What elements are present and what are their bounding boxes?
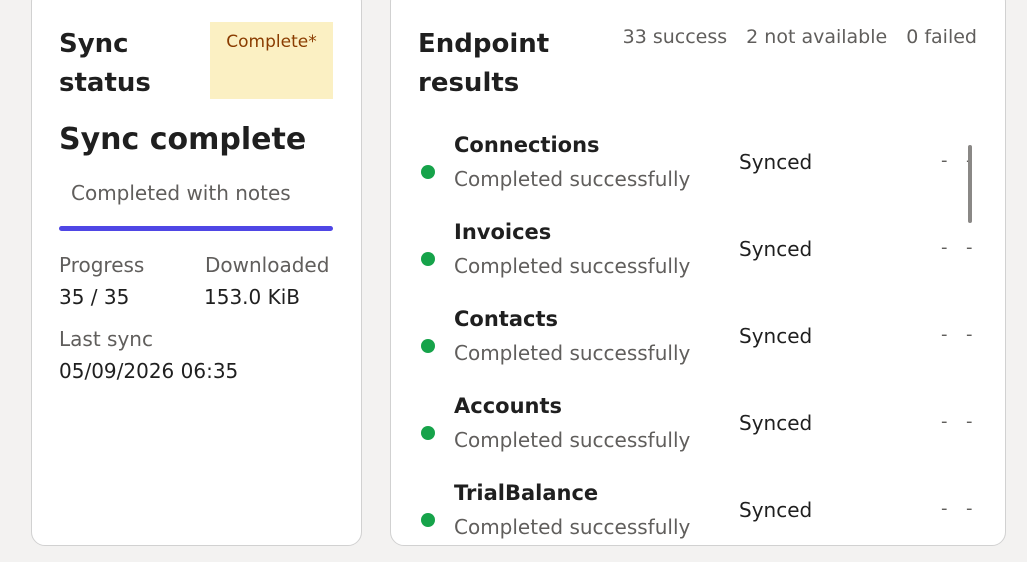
green-dot-icon bbox=[421, 252, 435, 266]
endpoint-name: Connections bbox=[454, 133, 600, 157]
endpoint-count-2: - bbox=[966, 498, 973, 519]
last-sync-value: 05/09/2026 06:35 bbox=[59, 359, 239, 383]
downloaded-label: Downloaded bbox=[205, 253, 330, 277]
not-available-count: 2 not available bbox=[746, 26, 888, 48]
endpoint-description: Completed successfully bbox=[454, 167, 691, 191]
endpoint-state: Synced bbox=[739, 150, 813, 174]
endpoint-name: Contacts bbox=[454, 307, 558, 331]
progress-label: Progress bbox=[59, 253, 145, 277]
green-dot-icon bbox=[421, 165, 435, 179]
green-dot-icon bbox=[421, 513, 435, 527]
endpoint-count-1: - bbox=[941, 324, 948, 345]
green-dot-icon bbox=[421, 339, 435, 353]
success-count: 33 success bbox=[622, 26, 728, 48]
sync-headline: Sync complete bbox=[59, 122, 307, 157]
endpoint-count-2: - bbox=[966, 324, 973, 345]
status-badge: Complete* bbox=[210, 22, 333, 99]
scrollbar-thumb[interactable] bbox=[968, 145, 972, 223]
endpoint-state: Synced bbox=[739, 498, 813, 522]
progress-value: 35 / 35 bbox=[59, 285, 130, 309]
endpoint-results-card: Endpoint results 33 success 2 not availa… bbox=[390, 0, 1006, 546]
endpoint-description: Completed successfully bbox=[454, 515, 691, 539]
endpoint-description: Completed successfully bbox=[454, 254, 691, 278]
endpoint-name: Invoices bbox=[454, 220, 552, 244]
endpoint-name: TrialBalance bbox=[454, 481, 599, 505]
endpoint-row[interactable]: TrialBalance Completed successfully Sync… bbox=[391, 475, 1005, 562]
endpoint-name: Accounts bbox=[454, 394, 563, 418]
downloaded-value: 153.0 KiB bbox=[204, 285, 301, 309]
sync-status-card: Sync status Complete* Sync complete Comp… bbox=[31, 0, 362, 546]
endpoint-count-1: - bbox=[941, 237, 948, 258]
endpoint-results-title: Endpoint results bbox=[418, 29, 550, 98]
green-dot-icon bbox=[421, 426, 435, 440]
sync-status-title: Sync status bbox=[59, 29, 151, 98]
endpoint-count-1: - bbox=[941, 498, 948, 519]
endpoint-row[interactable]: Invoices Completed successfully Synced -… bbox=[391, 214, 1005, 301]
last-sync-label: Last sync bbox=[59, 327, 153, 351]
endpoint-row[interactable]: Contacts Completed successfully Synced -… bbox=[391, 301, 1005, 388]
endpoint-count-1: - bbox=[941, 411, 948, 432]
endpoint-state: Synced bbox=[739, 411, 813, 435]
tab-completed-with-notes[interactable]: Completed with notes bbox=[71, 181, 291, 205]
endpoint-count-2: - bbox=[966, 237, 973, 258]
tab-underline bbox=[59, 226, 333, 231]
results-summary: 33 success 2 not available 0 failed bbox=[623, 26, 977, 48]
endpoint-state: Synced bbox=[739, 237, 813, 261]
endpoint-count-2: - bbox=[966, 411, 973, 432]
endpoint-row[interactable]: Accounts Completed successfully Synced -… bbox=[391, 388, 1005, 475]
failed-count: 0 failed bbox=[906, 26, 977, 48]
endpoint-state: Synced bbox=[739, 324, 813, 348]
endpoint-description: Completed successfully bbox=[454, 341, 691, 365]
endpoint-count-1: - bbox=[941, 150, 948, 171]
endpoint-row[interactable]: Connections Completed successfully Synce… bbox=[391, 127, 1005, 214]
endpoint-description: Completed successfully bbox=[454, 428, 691, 452]
